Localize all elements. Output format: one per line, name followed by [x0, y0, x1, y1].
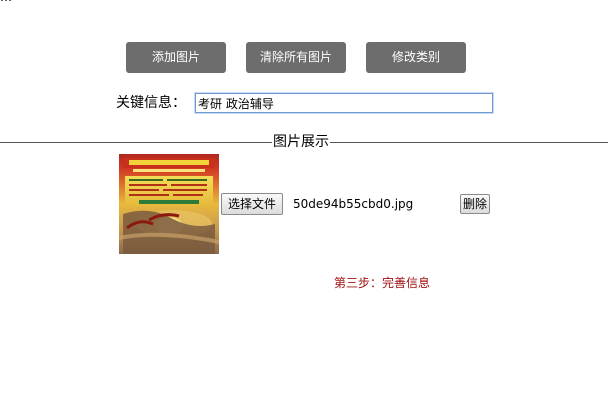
delete-image-button[interactable]: 删除 [460, 194, 491, 214]
file-name-text: 50de94b55cbd0.jpg [293, 197, 414, 211]
choose-file-button[interactable]: 选择文件 [221, 193, 284, 215]
clipped-header-text: … [0, 0, 13, 3]
add-image-button[interactable]: 添加图片 [126, 42, 226, 73]
keyword-input[interactable] [194, 92, 494, 114]
modify-category-button[interactable]: 修改类别 [366, 42, 466, 73]
keyword-label: 关键信息： [116, 95, 186, 111]
image-thumbnail[interactable] [119, 154, 219, 254]
gallery-title: 图片展示 [272, 133, 330, 151]
step-three-link[interactable]: 第三步：完善信息 [334, 275, 430, 291]
thumbnail-graphic [119, 154, 219, 254]
clear-all-images-button[interactable]: 清除所有图片 [246, 42, 346, 73]
clipped-header-glyphs: … [0, 0, 13, 4]
